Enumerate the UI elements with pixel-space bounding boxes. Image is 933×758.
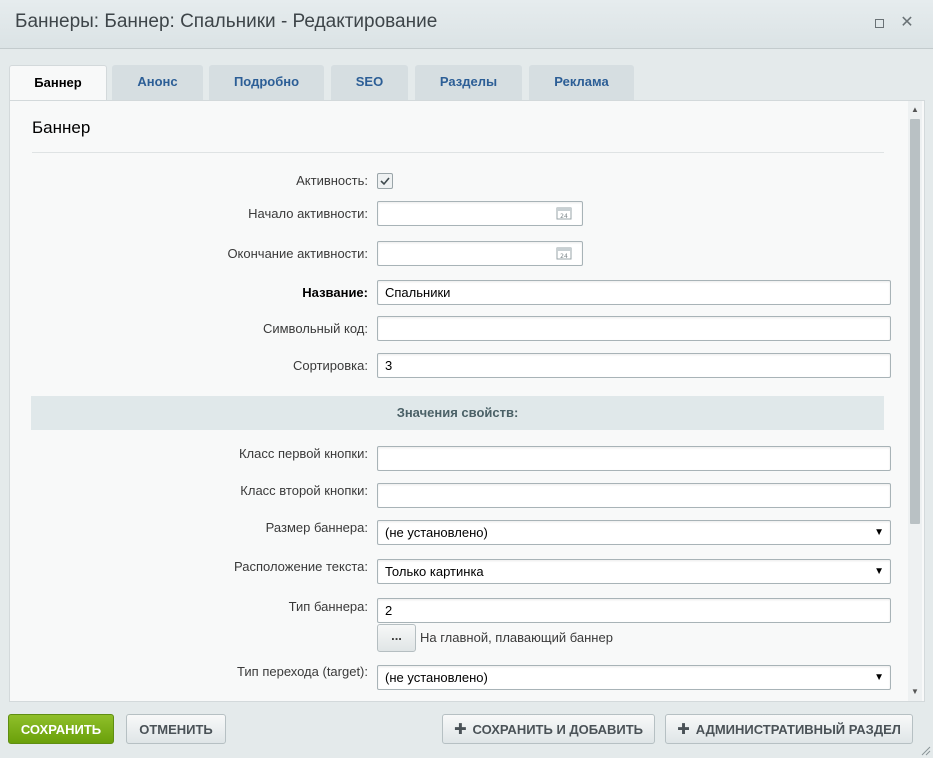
active-label: Активность: [296, 173, 368, 188]
save-and-add-button[interactable]: ✚ СОХРАНИТЬ И ДОБАВИТЬ [442, 714, 655, 744]
dialog-title: Баннеры: Баннер: Спальники - Редактирова… [15, 11, 438, 32]
svg-text:24: 24 [560, 213, 568, 220]
banner-type-label: Тип баннера: [288, 599, 368, 614]
target-label: Тип перехода (target): [237, 664, 368, 679]
save-and-add-label: СОХРАНИТЬ И ДОБАВИТЬ [472, 722, 644, 737]
text-position-value: Только картинка [385, 564, 484, 579]
tab-seo[interactable]: SEO [331, 65, 408, 100]
maximize-icon[interactable] [872, 16, 886, 30]
tab-ads[interactable]: Реклама [529, 65, 634, 100]
tab-content-panel: Баннер Активность: Начало активности: 24… [9, 100, 925, 702]
admin-section-label: АДМИНИСТРАТИВНЫЙ РАЗДЕЛ [695, 722, 901, 737]
admin-section-button[interactable]: ✚ АДМИНИСТРАТИВНЫЙ РАЗДЕЛ [665, 714, 913, 744]
dropdown-arrow-icon: ▼ [874, 566, 884, 577]
cancel-button[interactable]: ОТМЕНИТЬ [126, 714, 226, 744]
banner-type-browse-button[interactable]: ... [377, 624, 416, 652]
properties-header: Значения свойств: [31, 396, 884, 430]
scroll-down-icon[interactable]: ▼ [908, 685, 922, 699]
scroll-thumb[interactable] [910, 119, 920, 524]
save-button[interactable]: СОХРАНИТЬ [8, 714, 114, 744]
date-end-input[interactable] [377, 241, 583, 266]
text-position-select[interactable]: Только картинка ▼ [377, 559, 891, 584]
target-value: (не установлено) [385, 670, 488, 685]
banner-size-label: Размер баннера: [265, 520, 368, 535]
calendar-icon[interactable]: 24 [556, 246, 572, 260]
plus-icon: ✚ [453, 721, 467, 738]
section-divider [32, 152, 884, 153]
target-select[interactable]: (не установлено) ▼ [377, 665, 891, 690]
checkmark-icon [380, 177, 390, 186]
scroll-up-icon[interactable]: ▲ [908, 103, 922, 117]
code-input[interactable] [377, 316, 891, 341]
date-start-input[interactable] [377, 201, 583, 226]
dropdown-arrow-icon: ▼ [874, 527, 884, 538]
date-end-label: Окончание активности: [227, 246, 368, 261]
resize-grip-icon[interactable] [919, 744, 931, 756]
sort-input[interactable]: 3 [377, 353, 891, 378]
dropdown-arrow-icon: ▼ [874, 672, 884, 683]
dialog-titlebar: Баннеры: Баннер: Спальники - Редактирова… [0, 0, 933, 49]
tab-sections[interactable]: Разделы [415, 65, 522, 100]
close-icon[interactable]: ✕ [900, 15, 914, 31]
banner-size-select[interactable]: (не установлено) ▼ [377, 520, 891, 545]
banner-type-note: На главной, плавающий баннер [420, 630, 613, 645]
banner-type-input[interactable]: 2 [377, 598, 891, 623]
plus-icon: ✚ [677, 721, 690, 738]
btn1-class-input[interactable] [377, 446, 891, 471]
tab-details[interactable]: Подробно [209, 65, 324, 100]
svg-text:24: 24 [560, 253, 568, 260]
tab-announce[interactable]: Анонс [112, 65, 203, 100]
code-label: Символьный код: [262, 321, 368, 336]
calendar-icon[interactable]: 24 [556, 206, 572, 220]
btn1-class-label: Класс первой кнопки: [238, 446, 368, 461]
btn2-class-label: Класс второй кнопки: [240, 483, 368, 498]
banner-size-value: (не установлено) [385, 525, 488, 540]
sort-label: Сортировка: [293, 358, 368, 373]
name-input[interactable]: Спальники [377, 280, 891, 305]
text-position-label: Расположение текста: [234, 559, 368, 574]
section-title: Баннер [32, 118, 91, 137]
tab-banner[interactable]: Баннер [9, 65, 107, 102]
name-label: Название: [302, 285, 368, 300]
date-start-label: Начало активности: [248, 206, 368, 221]
btn2-class-input[interactable] [377, 483, 891, 508]
active-checkbox[interactable] [377, 173, 393, 189]
vertical-scrollbar[interactable]: ▲ ▼ [908, 101, 922, 701]
